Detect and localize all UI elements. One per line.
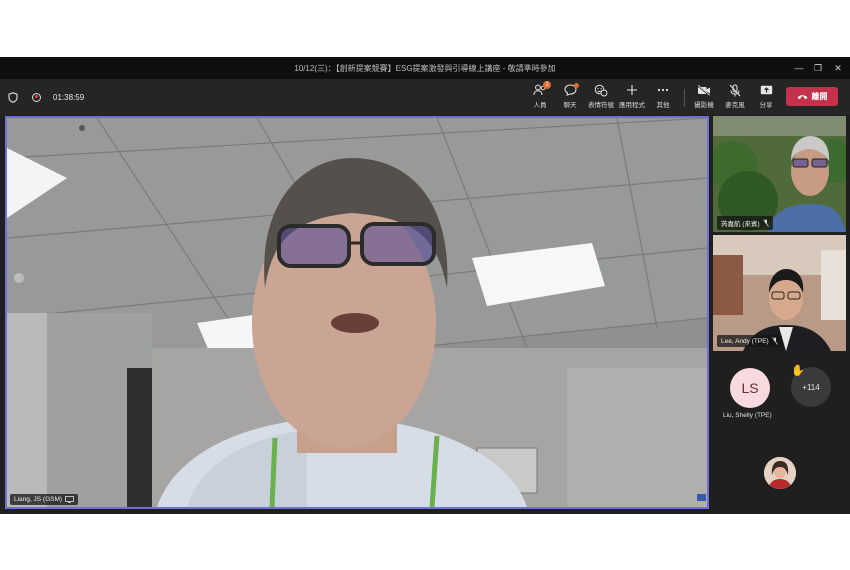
people-icon: 1: [533, 81, 551, 98]
meeting-timer: 01:38:59: [53, 92, 85, 102]
reactions-button[interactable]: 表情符號: [584, 82, 618, 112]
reactions-label: 表情符號: [588, 102, 614, 109]
recording-icon: [32, 92, 41, 102]
chat-icon: [563, 82, 579, 98]
window-title: 10/12(三)：【創新提案競賽】ESG提案激發與引導線上講座 - 敬請準時參加: [294, 63, 556, 73]
apps-button[interactable]: 應用程式: [615, 82, 649, 112]
chat-label: 聊天: [563, 102, 577, 109]
apps-label: 應用程式: [619, 102, 645, 109]
close-window-button[interactable]: ✕: [827, 57, 849, 79]
participant-tile-2[interactable]: Lee, Andy (TPE): [713, 235, 846, 351]
share-label: 分享: [759, 102, 773, 109]
participant-3-avatar[interactable]: LS: [730, 368, 770, 408]
leave-label: 離開: [811, 92, 828, 101]
camera-label: 攝影機: [694, 102, 714, 109]
chat-unread-dot: [573, 83, 579, 88]
main-speaker-video: Liang, JS (GSM): [5, 116, 709, 509]
plus-icon: [626, 82, 638, 98]
chat-button[interactable]: 聊天: [553, 82, 587, 112]
people-label: 人員: [533, 102, 547, 109]
camera-button[interactable]: 攝影機: [687, 82, 721, 112]
camera-off-icon: [697, 82, 711, 98]
microphone-label: 麥克風: [725, 102, 745, 109]
meeting-status: 01:38:59: [8, 79, 84, 115]
raised-hand-icon: ✋: [791, 365, 805, 377]
microphone-button[interactable]: 麥克風: [718, 82, 752, 112]
participant-tile-1[interactable]: 芮嘉航 (來賓): [713, 116, 846, 232]
toolbar-divider: [684, 89, 685, 107]
title-bar: 10/12(三)：【創新提案競賽】ESG提案激發與引導線上講座 - 敬請準時參加…: [0, 57, 850, 79]
microphone-muted-icon: [762, 219, 769, 227]
participant-2-name: Lee, Andy (TPE): [721, 337, 769, 345]
people-button[interactable]: 1 人員: [523, 81, 557, 112]
participant-3-name: Liu, Shelly (TPE): [723, 412, 772, 419]
meeting-toolbar: 01:38:59 1 人員 聊天 表情符號 應用程式 其他 攝影機 麥克風 分享…: [0, 79, 850, 115]
share-screen-icon: [760, 82, 773, 98]
more-options-icon: [657, 82, 669, 98]
video-overlay-icon: [697, 494, 706, 501]
microphone-muted-icon: [729, 82, 741, 98]
smiley-icon: [594, 82, 608, 98]
participant-1-name: 芮嘉航 (來賓): [721, 221, 760, 228]
overflow-count: +114: [802, 382, 820, 392]
more-button[interactable]: 其他: [646, 82, 680, 112]
microphone-muted-icon: [771, 337, 778, 345]
people-count-badge: 1: [543, 81, 551, 89]
speaker-video-frame: [7, 118, 707, 507]
participant-1-name-tag: 芮嘉航 (來賓): [717, 216, 773, 230]
more-label: 其他: [656, 102, 670, 109]
share-button[interactable]: 分享: [749, 82, 783, 112]
self-view-avatar: [764, 457, 796, 489]
main-speaker-name-tag: Liang, JS (GSM): [10, 494, 79, 505]
participant-2-video: [713, 235, 846, 351]
phone-hangup-icon: [797, 94, 807, 99]
leave-meeting-button[interactable]: 離開: [786, 87, 838, 106]
participant-1-video: [713, 116, 846, 232]
main-speaker-name: Liang, JS (GSM): [14, 496, 63, 503]
restore-button[interactable]: ❐: [807, 57, 829, 79]
shield-icon: [8, 91, 18, 103]
screen-share-indicator-icon: [65, 496, 74, 503]
participant-2-name-tag: Lee, Andy (TPE): [717, 335, 782, 347]
